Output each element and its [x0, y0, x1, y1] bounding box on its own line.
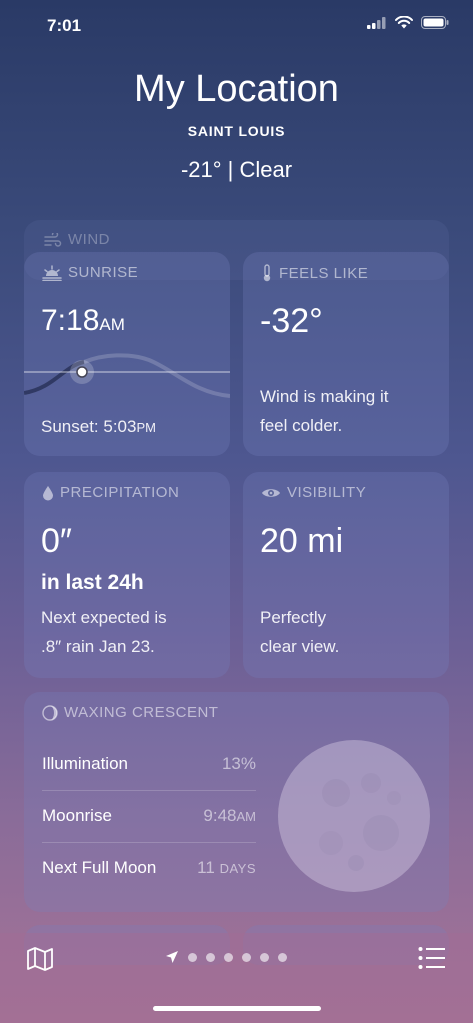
page-indicator[interactable] — [165, 950, 287, 964]
visibility-desc-line2: clear view. — [260, 637, 340, 656]
moon-row-value: 13% — [221, 754, 256, 773]
visibility-label-text: VISIBILITY — [287, 484, 367, 501]
page-dot[interactable] — [260, 952, 269, 962]
feels-like-desc-line2: feel colder. — [260, 416, 343, 435]
feels-like-label: FEELS LIKE — [261, 264, 368, 282]
feels-like-label-text: FEELS LIKE — [279, 264, 369, 282]
status-time: 7:01 — [47, 16, 82, 35]
moon-row-value: 9:48AM — [203, 806, 256, 826]
moon-phase-label-text: WAXING CRESCENT — [64, 704, 219, 721]
sun-position-marker — [76, 366, 88, 378]
feels-like-card[interactable]: FEELS LIKE -32° Wind is making it feel c… — [243, 252, 449, 456]
signal-icon — [367, 16, 386, 29]
eye-icon — [262, 488, 280, 497]
visibility-label: VISIBILITY — [261, 484, 366, 501]
location-arrow-icon[interactable] — [165, 950, 179, 964]
sunset-time: Sunset: 5:03PM — [41, 412, 156, 442]
list-icon[interactable] — [418, 946, 446, 970]
wind-label: WIND — [44, 231, 110, 248]
sunrise-time: 7:18AM — [41, 304, 125, 338]
precipitation-card[interactable]: PRECIPITATION 0″ in last 24h Next expect… — [24, 472, 230, 678]
wifi-icon — [395, 16, 413, 29]
page-dot[interactable] — [206, 952, 215, 962]
moon-image — [278, 740, 430, 892]
sunset-ampm: PM — [136, 420, 156, 435]
moon-row-name: Next Full Moon — [42, 858, 157, 877]
page-dot[interactable] — [224, 952, 233, 962]
moon-card[interactable]: WAXING CRESCENT Illumination 13% Moonris… — [24, 692, 449, 912]
page-dot[interactable] — [278, 952, 287, 962]
moon-row-next-full-moon: Next Full Moon 11 DAYS — [42, 842, 256, 894]
page-dot[interactable] — [188, 952, 197, 962]
moon-phase-label: WAXING CRESCENT — [42, 704, 218, 721]
sunrise-card[interactable]: SUNRISE 7:18AM Sunset: 5:03PM — [24, 252, 230, 456]
page-dot[interactable] — [242, 952, 251, 962]
precipitation-desc-line1: Next expected is — [41, 608, 167, 627]
feels-like-value: -32° — [260, 302, 323, 340]
full-moon-unit: DAYS — [219, 861, 256, 876]
wind-icon — [44, 232, 62, 247]
battery-icon — [421, 16, 449, 29]
moon-row-name: Illumination — [42, 754, 128, 773]
map-icon[interactable] — [26, 946, 54, 972]
raindrop-icon — [43, 485, 53, 500]
moonrise-time: 9:48 — [203, 806, 237, 825]
moonrise-ampm: AM — [236, 809, 257, 824]
sunrise-label: SUNRISE — [42, 264, 138, 281]
sunrise-ampm: AM — [99, 315, 125, 334]
location-city: SAINT LOUIS — [187, 123, 286, 139]
moon-phase-icon — [42, 704, 58, 721]
thermometer-icon — [263, 264, 271, 282]
visibility-value: 20 mi — [260, 522, 344, 560]
moon-row-name: Moonrise — [42, 806, 112, 825]
status-icons — [367, 16, 449, 29]
sunrise-time-value: 7:18 — [41, 304, 100, 337]
precipitation-label-text: PRECIPITATION — [60, 484, 180, 501]
full-moon-days: 11 — [197, 858, 215, 877]
moon-row-illumination: Illumination 13% — [42, 738, 256, 791]
wind-label-text: WIND — [68, 231, 110, 248]
feels-like-desc-line1: Wind is making it — [260, 387, 389, 406]
moon-row-moonrise: Moonrise 9:48AM — [42, 790, 256, 843]
precipitation-period: in last 24h — [41, 571, 144, 594]
precipitation-description: Next expected is .8″ rain Jan 23. — [41, 603, 167, 661]
sunrise-icon — [42, 264, 62, 281]
sun-path-graph — [24, 353, 230, 398]
precipitation-label: PRECIPITATION — [42, 484, 179, 501]
sunrise-label-text: SUNRISE — [68, 264, 139, 281]
sunset-text: Sunset: 5:03 — [41, 417, 137, 436]
visibility-card[interactable]: VISIBILITY 20 mi Perfectly clear view. — [243, 472, 449, 678]
location-title: My Location — [134, 68, 339, 110]
moon-row-value: 11 DAYS — [197, 858, 256, 878]
visibility-desc-line1: Perfectly — [260, 608, 327, 627]
visibility-description: Perfectly clear view. — [260, 603, 339, 661]
home-indicator[interactable] — [153, 1006, 321, 1011]
current-conditions: -21° | Clear — [180, 157, 293, 182]
feels-like-description: Wind is making it feel colder. — [260, 382, 388, 440]
precipitation-desc-line2: .8″ rain Jan 23. — [41, 637, 155, 656]
precipitation-value: 0″ — [41, 522, 72, 560]
